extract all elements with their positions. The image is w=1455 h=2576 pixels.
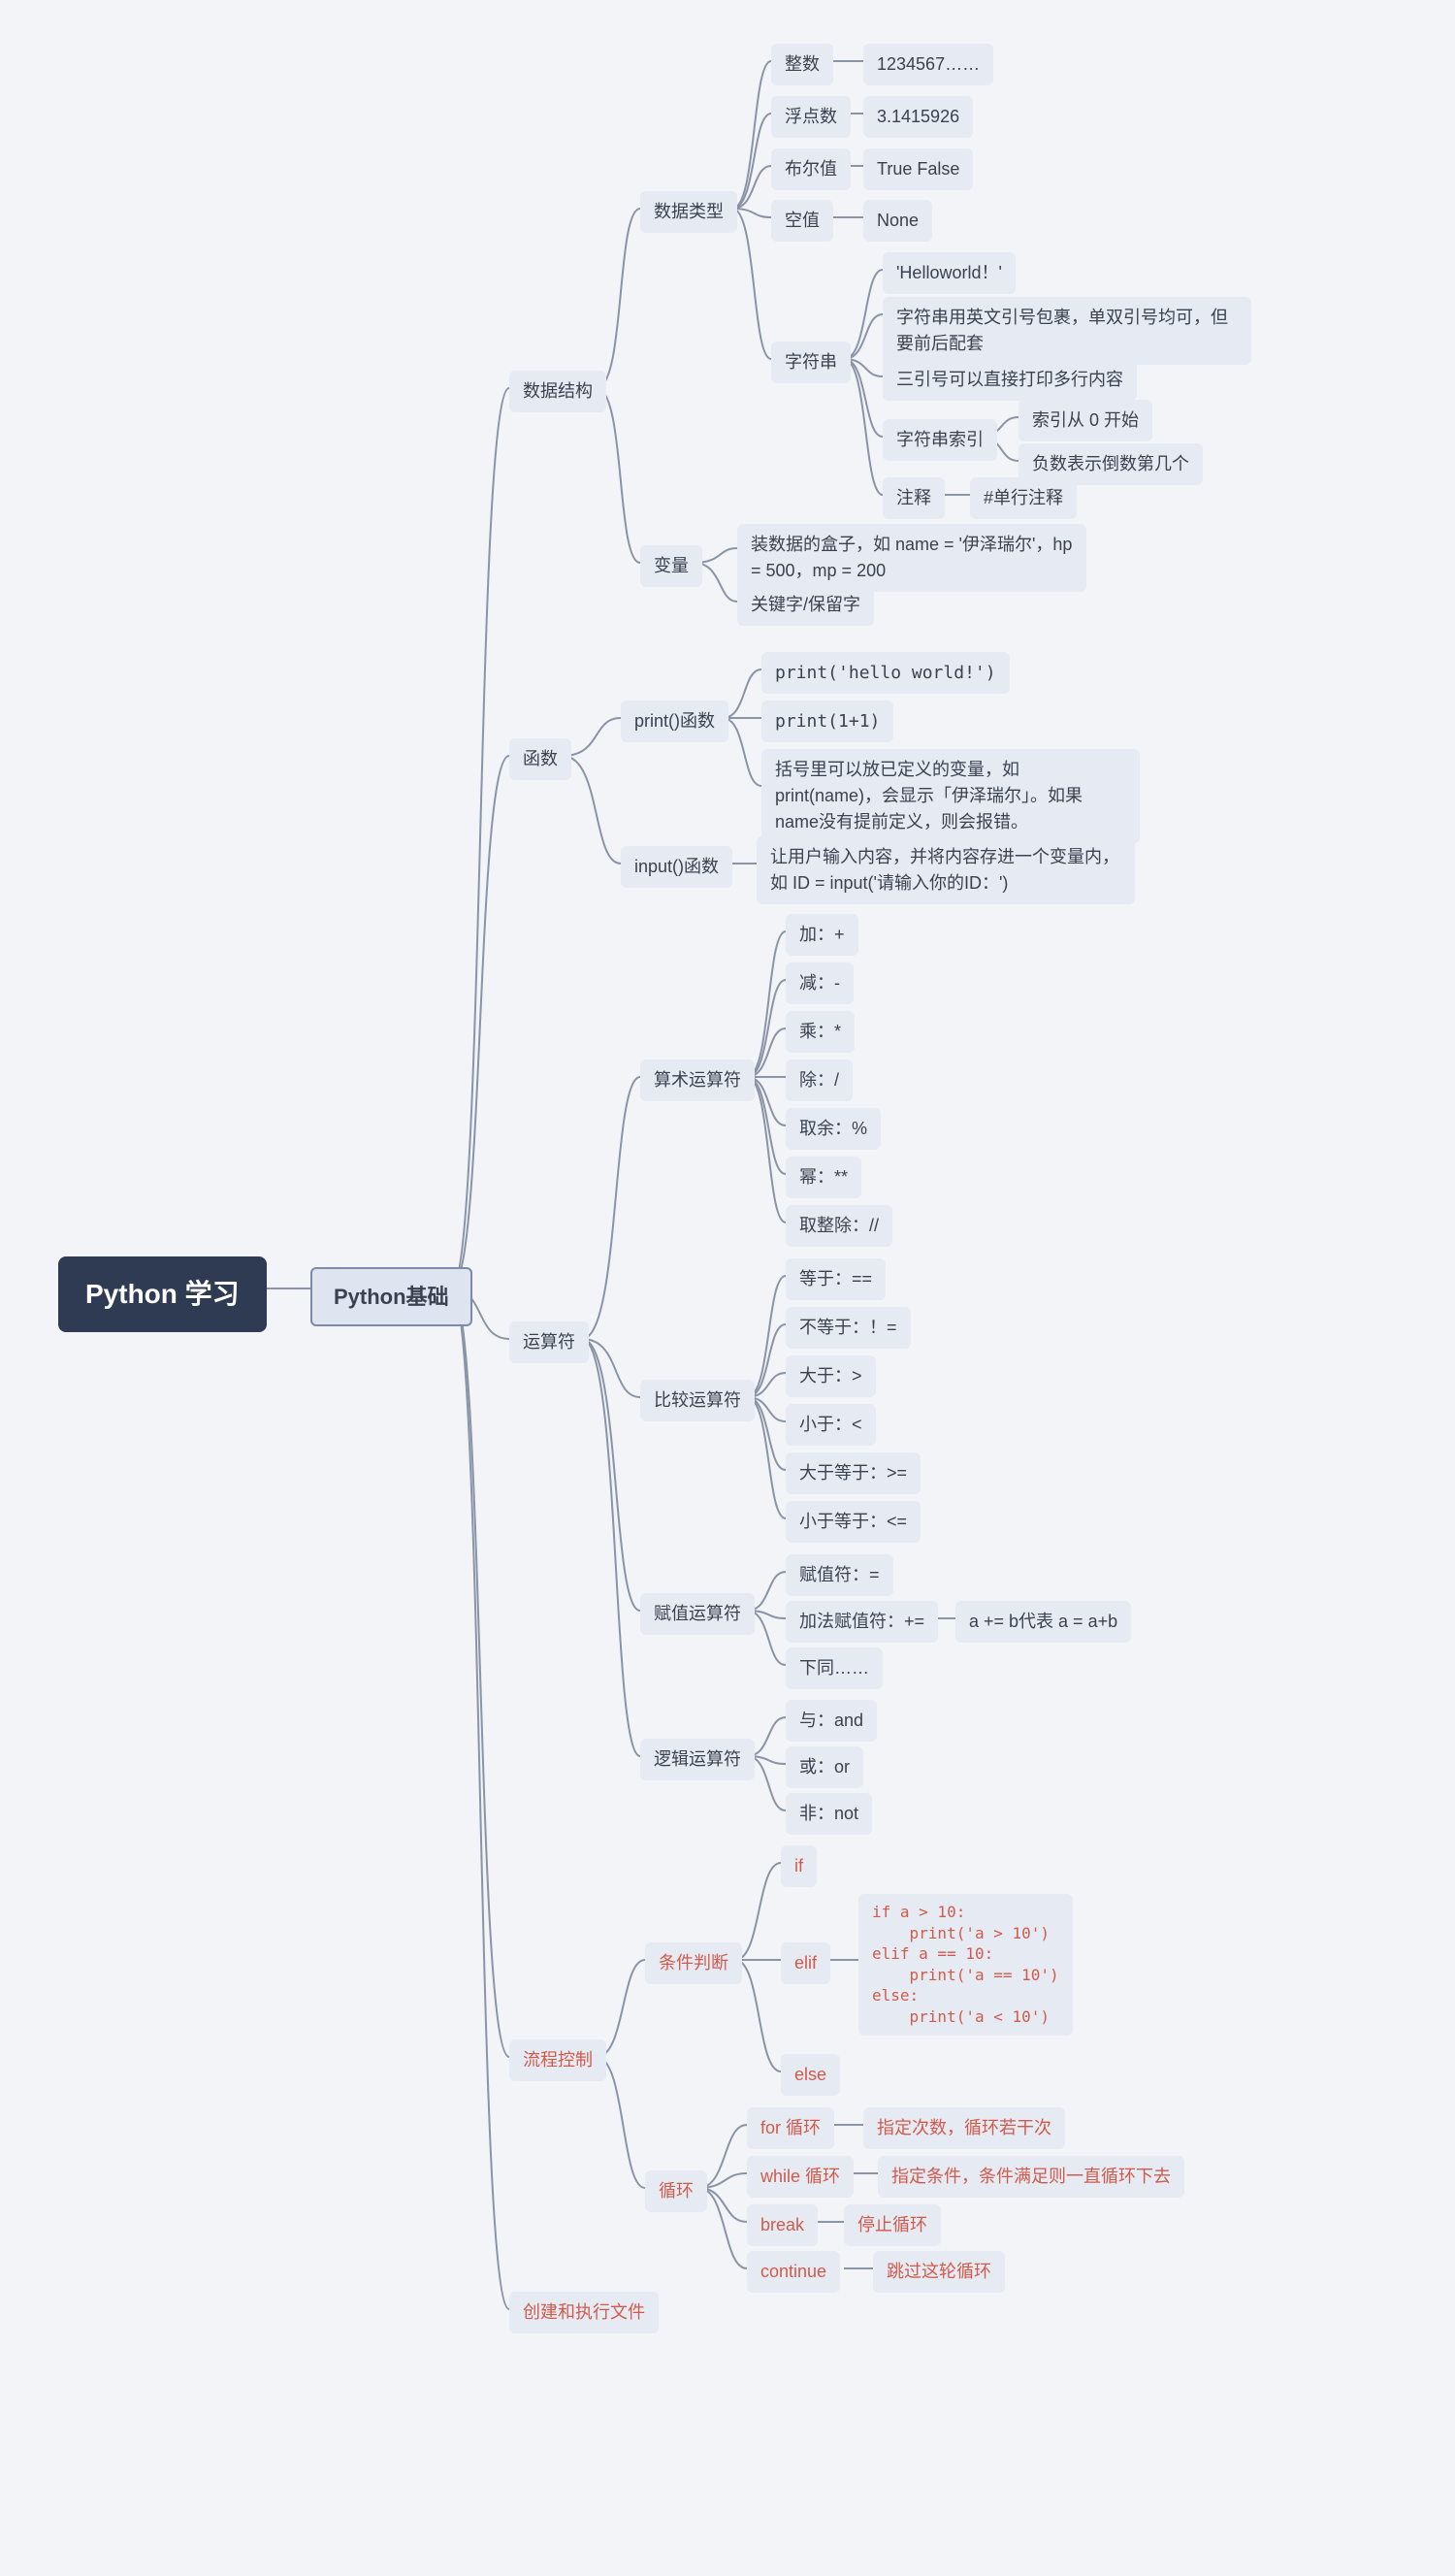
- leaf-break[interactable]: break: [747, 2204, 818, 2246]
- leaf-cond-code: if a > 10: print('a > 10') elif a == 10:…: [858, 1894, 1073, 2036]
- leaf-comment[interactable]: 注释: [883, 477, 945, 519]
- leaf-quote: 字符串用英文引号包裹，单双引号均可，但要前后配套: [883, 297, 1251, 365]
- leaf-int[interactable]: 整数: [771, 44, 833, 85]
- leaf-while-desc: 指定条件，条件满足则一直循环下去: [878, 2156, 1184, 2198]
- leaf-asn-etc: 下同……: [786, 1647, 883, 1689]
- leaf-ge: 大于等于：>=: [786, 1452, 921, 1494]
- leaf-or: 或：or: [786, 1746, 863, 1788]
- leaf-floor: 取整除：//: [786, 1205, 892, 1247]
- leaf-while[interactable]: while 循环: [747, 2156, 854, 2198]
- leaf-asn-add: 加法赋值符：+=: [786, 1601, 938, 1643]
- branch-func[interactable]: 函数: [509, 738, 571, 780]
- leaf-and: 与：and: [786, 1700, 877, 1742]
- branch-assign[interactable]: 赋值运算符: [640, 1593, 755, 1635]
- branch-var[interactable]: 变量: [640, 545, 702, 587]
- leaf-for-desc: 指定次数，循环若干次: [863, 2107, 1065, 2149]
- leaf-add: 加：+: [786, 914, 858, 956]
- leaf-else[interactable]: else: [781, 2054, 840, 2096]
- branch-input[interactable]: input()函数: [621, 846, 732, 888]
- root-node[interactable]: Python 学习: [58, 1256, 267, 1332]
- leaf-div: 除：/: [786, 1060, 853, 1101]
- leaf-asn-note: a += b代表 a = a+b: [955, 1601, 1131, 1643]
- leaf-index[interactable]: 字符串索引: [883, 419, 997, 461]
- branch-data-type[interactable]: 数据类型: [640, 191, 737, 233]
- leaf-le: 小于等于：<=: [786, 1501, 921, 1543]
- leaf-break-desc: 停止循环: [844, 2204, 941, 2246]
- leaf-hw: 'Helloworld！': [883, 252, 1016, 294]
- leaf-for[interactable]: for 循环: [747, 2107, 834, 2149]
- leaf-triple: 三引号可以直接打印多行内容: [883, 359, 1137, 401]
- branch-print[interactable]: print()函数: [621, 701, 728, 742]
- branch-loop[interactable]: 循环: [645, 2170, 707, 2212]
- leaf-lt: 小于：<: [786, 1404, 876, 1446]
- leaf-string[interactable]: 字符串: [771, 342, 851, 383]
- leaf-var-box: 装数据的盒子，如 name = '伊泽瑞尔'，hp = 500，mp = 200: [737, 524, 1086, 592]
- leaf-keyword: 关键字/保留字: [737, 584, 874, 626]
- leaf-index-zero: 索引从 0 开始: [1018, 400, 1152, 441]
- leaf-continue[interactable]: continue: [747, 2251, 840, 2293]
- leaf-asn-eq: 赋值符：=: [786, 1554, 893, 1596]
- branch-cmp[interactable]: 比较运算符: [640, 1380, 755, 1421]
- hub-node[interactable]: Python基础: [310, 1267, 472, 1326]
- leaf-print-hw: print('hello world!'): [761, 652, 1010, 694]
- leaf-print-desc: 括号里可以放已定义的变量，如print(name)，会显示「伊泽瑞尔」。如果na…: [761, 749, 1140, 843]
- leaf-none[interactable]: 空值: [771, 200, 833, 242]
- leaf-int-ex: 1234567……: [863, 44, 993, 85]
- leaf-float[interactable]: 浮点数: [771, 96, 851, 138]
- branch-logic[interactable]: 逻辑运算符: [640, 1739, 755, 1780]
- branch-arith[interactable]: 算术运算符: [640, 1060, 755, 1101]
- leaf-gt: 大于：>: [786, 1355, 876, 1397]
- leaf-print-11: print(1+1): [761, 701, 893, 742]
- leaf-sub: 减：-: [786, 962, 854, 1004]
- leaf-float-ex: 3.1415926: [863, 96, 973, 138]
- leaf-bool[interactable]: 布尔值: [771, 148, 851, 190]
- leaf-bool-ex: True False: [863, 148, 973, 190]
- branch-file[interactable]: 创建和执行文件: [509, 2292, 659, 2333]
- leaf-if[interactable]: if: [781, 1845, 817, 1887]
- leaf-eq: 等于：==: [786, 1258, 886, 1300]
- leaf-none-ex: None: [863, 200, 932, 242]
- leaf-mul: 乘：*: [786, 1011, 855, 1053]
- branch-flow[interactable]: 流程控制: [509, 2039, 606, 2081]
- leaf-mod: 取余：%: [786, 1108, 881, 1150]
- leaf-input-desc: 让用户输入内容，并将内容存进一个变量内，如 ID = input('请输入你的I…: [757, 836, 1135, 904]
- leaf-ne: 不等于：！=: [786, 1307, 911, 1349]
- leaf-continue-desc: 跳过这轮循环: [873, 2251, 1005, 2293]
- leaf-not: 非：not: [786, 1793, 872, 1835]
- branch-cond[interactable]: 条件判断: [645, 1942, 742, 1984]
- branch-data-struct[interactable]: 数据结构: [509, 371, 606, 412]
- leaf-elif[interactable]: elif: [781, 1942, 830, 1984]
- leaf-comment-txt: #单行注释: [970, 477, 1077, 519]
- branch-op[interactable]: 运算符: [509, 1321, 589, 1363]
- leaf-pow: 幂：**: [786, 1157, 861, 1198]
